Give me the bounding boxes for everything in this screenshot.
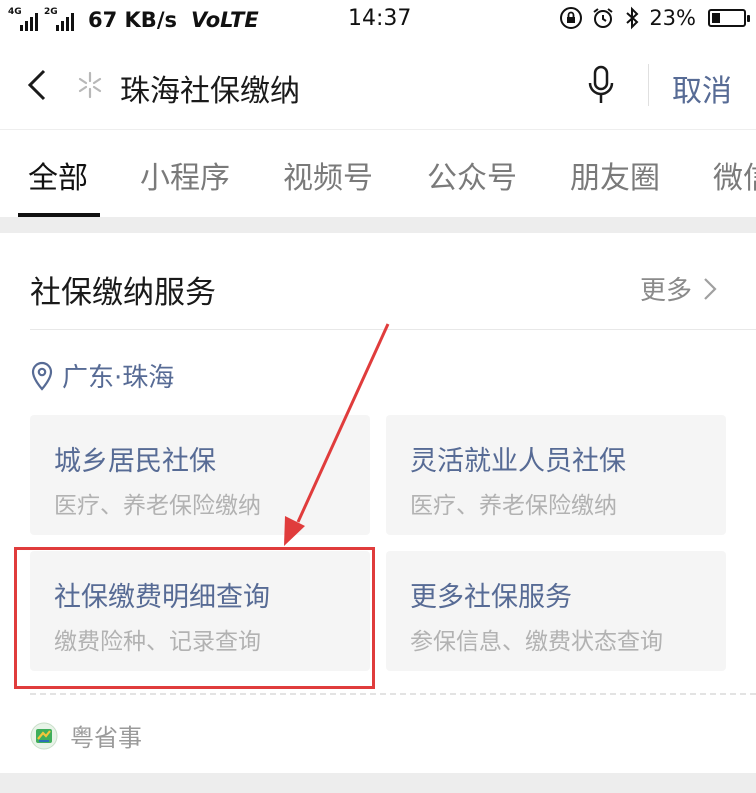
sparkle-icon [78, 71, 102, 99]
alarm-icon [593, 8, 613, 28]
status-left: 4G 2G 67 KB/s VoLTE [8, 7, 259, 32]
source-provider[interactable]: 粤省事 [30, 718, 142, 753]
tab-all[interactable]: 全部 [28, 153, 88, 197]
tab-wechat[interactable]: 微信 [713, 153, 756, 197]
service-subtitle: 参保信息、缴费状态查询 [410, 629, 663, 655]
service-title: 更多社保服务 [410, 582, 572, 613]
source-label: 粤省事 [70, 724, 142, 752]
network-speed: 67 KB/s [88, 8, 177, 32]
volte-label: VoLTE [190, 8, 259, 32]
network-type-top: 4G [8, 7, 22, 17]
microphone-icon[interactable] [585, 64, 617, 106]
service-urban-rural-insurance[interactable]: 城乡居民社保 医疗、养老保险缴纳 [30, 415, 370, 535]
battery-icon [708, 9, 750, 27]
battery-percent: 23% [649, 6, 696, 30]
service-title: 城乡居民社保 [54, 446, 216, 477]
service-more-insurance[interactable]: 更多社保服务 参保信息、缴费状态查询 [386, 551, 726, 671]
bottom-gap [0, 773, 756, 793]
cancel-button[interactable]: 取消 [672, 66, 732, 110]
service-card: 社保缴纳服务 更多 广东·珠海 城乡居民社保 医疗、养老保险缴纳 灵活就业人员社… [0, 233, 756, 773]
tab-mini-programs[interactable]: 小程序 [140, 153, 230, 197]
rotation-lock-icon [560, 7, 583, 29]
more-link[interactable]: 更多 [640, 270, 718, 307]
section-gap [0, 217, 756, 233]
service-title: 社保缴费明细查询 [54, 582, 270, 613]
service-subtitle: 医疗、养老保险缴纳 [54, 493, 261, 519]
search-input[interactable]: 珠海社保缴纳 [120, 66, 300, 110]
filter-tabs: 全部 小程序 视频号 公众号 朋友圈 微信 [0, 131, 756, 217]
signal-icon: 4G [8, 7, 38, 31]
clock: 14:37 [348, 6, 412, 31]
yueshengshi-logo-icon [30, 722, 58, 749]
back-arrow-icon[interactable] [22, 68, 52, 102]
chevron-right-icon [704, 277, 717, 300]
location-label: 广东·珠海 [62, 363, 175, 393]
service-subtitle: 医疗、养老保险缴纳 [410, 493, 617, 519]
status-right: 23% [559, 6, 750, 30]
location-pin-icon [31, 361, 53, 391]
search-header: 珠海社保缴纳 取消 [0, 40, 756, 130]
status-bar: 4G 2G 67 KB/s VoLTE 14:37 23% [0, 0, 756, 40]
tab-channels[interactable]: 视频号 [283, 153, 373, 197]
tab-moments[interactable]: 朋友圈 [570, 153, 660, 197]
service-subtitle: 缴费险种、记录查询 [54, 629, 261, 655]
network-type-bottom: 2G [44, 7, 58, 17]
card-divider [30, 329, 756, 330]
service-payment-details-query[interactable]: 社保缴费明细查询 缴费险种、记录查询 [30, 551, 370, 671]
location[interactable]: 广东·珠海 [30, 357, 174, 394]
signal-icon-2: 2G [44, 7, 74, 31]
dashed-divider [30, 693, 756, 695]
service-flexible-employment-insurance[interactable]: 灵活就业人员社保 医疗、养老保险缴纳 [386, 415, 726, 535]
more-label: 更多 [640, 276, 693, 306]
tab-official-accounts[interactable]: 公众号 [427, 153, 517, 197]
header-divider [648, 64, 649, 106]
card-title: 社保缴纳服务 [30, 275, 216, 311]
service-title: 灵活就业人员社保 [410, 446, 626, 477]
bluetooth-icon [626, 6, 639, 30]
